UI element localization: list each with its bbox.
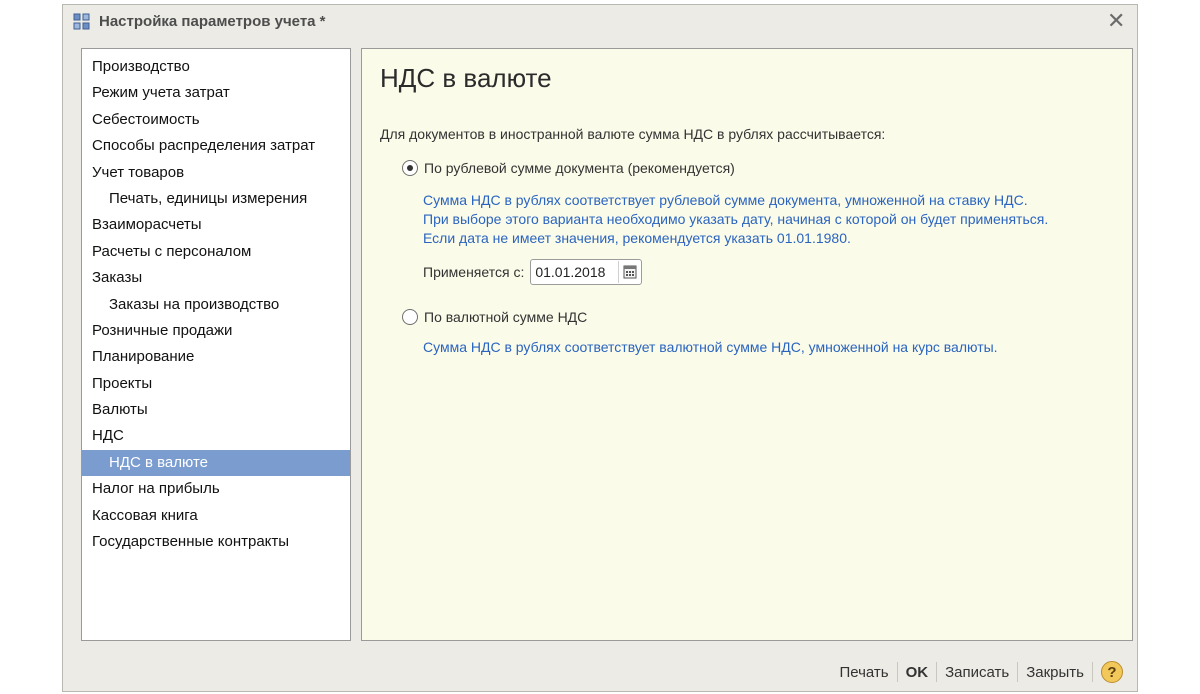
nav-item[interactable]: Заказы на производство xyxy=(82,292,350,318)
radio-ruble-amount[interactable]: По рублевой сумме документа (рекомендует… xyxy=(402,160,735,176)
radio-currency-amount[interactable]: По валютной сумме НДС xyxy=(402,309,587,325)
nav-item[interactable]: Производство xyxy=(82,54,350,80)
print-button[interactable]: Печать xyxy=(831,664,896,681)
settings-nav-list: Производство Режим учета затрат Себестоимо… xyxy=(81,48,351,641)
nav-item[interactable]: НДС в валюте xyxy=(82,449,350,477)
option1-desc-line: При выборе этого варианта необходимо ука… xyxy=(423,211,1049,227)
intro-text: Для документов в иностранной валюте сумм… xyxy=(380,126,886,142)
applies-from-date-value[interactable]: 01.01.2018 xyxy=(535,264,618,280)
nav-item[interactable]: Способы распределения затрат xyxy=(82,133,350,159)
help-icon[interactable]: ? xyxy=(1101,661,1123,683)
save-button[interactable]: Записать xyxy=(937,664,1017,681)
nav-item[interactable]: Кассовая книга xyxy=(82,503,350,529)
footer-toolbar: Печать OK Записать Закрыть ? xyxy=(831,661,1123,683)
nav-item[interactable]: Государственные контракты xyxy=(82,529,350,555)
page-title: НДС в валюте xyxy=(380,63,552,93)
applies-from-date-field[interactable]: 01.01.2018 xyxy=(530,259,643,285)
ok-button[interactable]: OK xyxy=(898,664,937,681)
nav-item[interactable]: НДС xyxy=(82,423,350,449)
close-button[interactable]: Закрыть xyxy=(1018,664,1092,681)
settings-grid-icon xyxy=(73,13,90,30)
calendar-icon[interactable] xyxy=(618,261,641,283)
nav-item[interactable]: Режим учета затрат xyxy=(82,80,350,106)
title-bar: Настройка параметров учета * ✕ xyxy=(63,5,1137,39)
nav-item[interactable]: Налог на прибыль xyxy=(82,476,350,502)
radio-currency-amount-indicator[interactable] xyxy=(402,309,418,325)
nav-item[interactable]: Учет товаров xyxy=(82,160,350,186)
nav-item[interactable]: Себестоимость xyxy=(82,107,350,133)
nav-item[interactable]: Валюты xyxy=(82,397,350,423)
content-panel: НДС в валюте Для документов в иностранно… xyxy=(361,48,1133,641)
radio-ruble-amount-label: По рублевой сумме документа (рекомендует… xyxy=(424,160,735,176)
option1-desc-line: Сумма НДС в рублях соответствует рублево… xyxy=(423,192,1028,208)
window-title: Настройка параметров учета * xyxy=(99,13,326,30)
toolbar-separator xyxy=(1092,662,1093,682)
nav-item[interactable]: Расчеты с персоналом xyxy=(82,239,350,265)
radio-ruble-amount-indicator[interactable] xyxy=(402,160,418,176)
nav-item[interactable]: Планирование xyxy=(82,344,350,370)
nav-item[interactable]: Печать, единицы измерения xyxy=(82,186,350,212)
nav-item[interactable]: Проекты xyxy=(82,371,350,397)
nav-item[interactable]: Заказы xyxy=(82,265,350,291)
applies-from-row: Применяется с: 01.01.2018 xyxy=(423,259,643,285)
option2-description: Сумма НДС в рублях соответствует валютно… xyxy=(423,339,998,355)
applies-from-label: Применяется с: xyxy=(423,264,525,280)
radio-currency-amount-label: По валютной сумме НДС xyxy=(424,309,588,325)
nav-item[interactable]: Взаиморасчеты xyxy=(82,212,350,238)
nav-item[interactable]: Розничные продажи xyxy=(82,318,350,344)
option1-desc-line: Если дата не имеет значения, рекомендует… xyxy=(423,230,851,246)
option1-description: Сумма НДС в рублях соответствует рублево… xyxy=(423,191,1048,248)
settings-window: Настройка параметров учета * ✕ Производс… xyxy=(62,4,1138,692)
close-icon[interactable]: ✕ xyxy=(1107,10,1125,32)
